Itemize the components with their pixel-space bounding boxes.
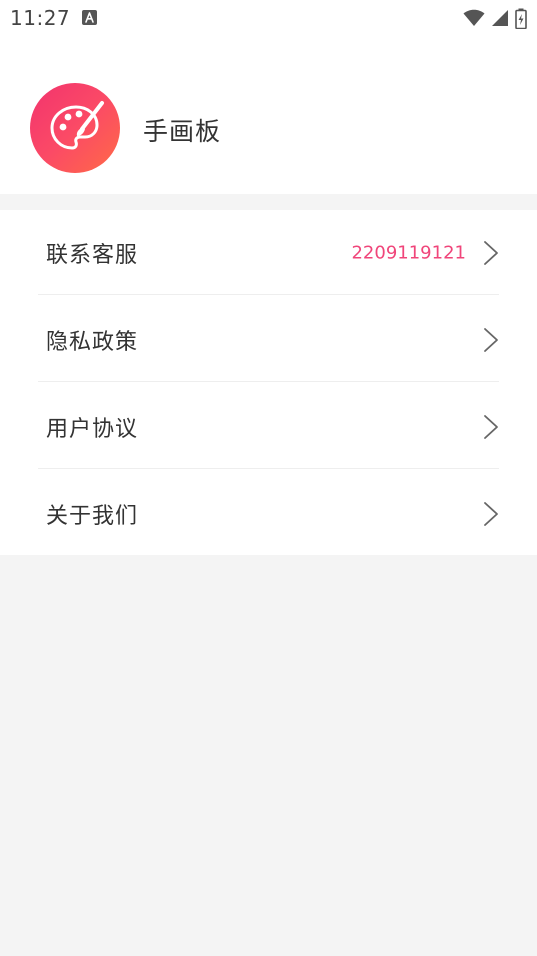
signal-icon — [491, 9, 509, 27]
app-name: 手画板 — [143, 117, 222, 146]
chevron-right-icon — [483, 501, 499, 527]
chevron-right-icon — [483, 240, 499, 266]
chevron-right-icon — [483, 327, 499, 353]
settings-screen: 11:27 手画板 联系客服 2209119121 隐私政策 用户协议 关于我们 — [0, 0, 537, 956]
menu-item-label: 联系客服 — [46, 242, 139, 268]
app-logo — [30, 83, 120, 173]
menu-item-label: 用户协议 — [46, 416, 139, 442]
settings-menu: 联系客服 2209119121 隐私政策 用户协议 关于我们 — [0, 210, 537, 555]
menu-item-label: 关于我们 — [46, 503, 139, 529]
menu-item-about-us[interactable]: 关于我们 — [38, 471, 499, 556]
status-icons — [463, 7, 527, 29]
status-time: 11:27 — [10, 6, 71, 30]
menu-item-label: 隐私政策 — [46, 329, 139, 355]
battery-charging-icon — [515, 8, 527, 29]
menu-item-user-agreement[interactable]: 用户协议 — [38, 384, 499, 469]
wifi-icon — [463, 9, 485, 27]
chevron-right-icon — [483, 414, 499, 440]
status-bar: 11:27 — [0, 0, 537, 36]
support-phone-number: 2209119121 — [351, 242, 466, 263]
text-a-icon — [82, 10, 97, 25]
menu-item-contact-support[interactable]: 联系客服 2209119121 — [38, 210, 499, 295]
profile-header: 手画板 — [0, 36, 537, 194]
menu-item-privacy-policy[interactable]: 隐私政策 — [38, 297, 499, 382]
